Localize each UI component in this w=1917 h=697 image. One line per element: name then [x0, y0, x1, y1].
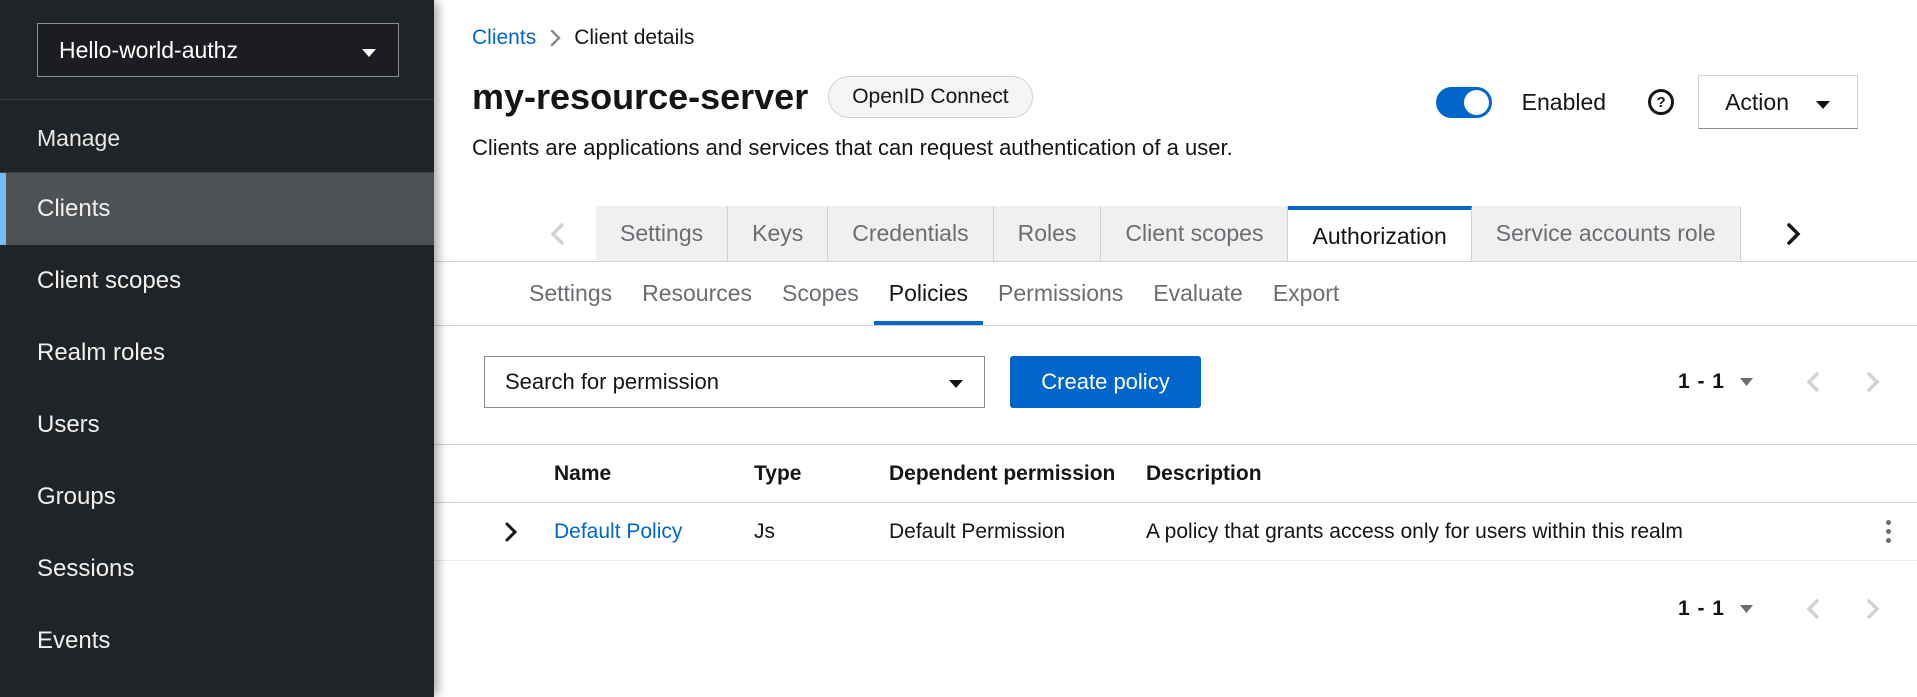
pagination-range: 1 - 1 — [1677, 597, 1725, 620]
column-header-type: Type — [754, 461, 802, 485]
page-description: Clients are applications and services th… — [472, 135, 1233, 160]
search-permission-select[interactable]: Search for permission — [484, 356, 985, 408]
authorization-subtabs: Settings Resources Scopes Policies Permi… — [434, 262, 1917, 326]
client-tabs: Settings Keys Credentials Roles Client s… — [434, 206, 1917, 262]
subtab-resources[interactable]: Resources — [627, 262, 767, 325]
sidebar-nav: Clients Client scopes Realm roles Users … — [0, 173, 434, 677]
breadcrumb-clients-link[interactable]: Clients — [472, 26, 536, 50]
breadcrumb: Clients Client details — [434, 0, 1917, 50]
subtab-policies[interactable]: Policies — [873, 262, 984, 325]
sidebar: Hello-world-authz Manage Clients Client … — [0, 0, 434, 697]
sidebar-item-groups[interactable]: Groups — [0, 461, 434, 533]
pagination-top: 1 - 1 — [1678, 370, 1880, 394]
tab-client-scopes[interactable]: Client scopes — [1101, 206, 1289, 261]
tab-strip: Settings Keys Credentials Roles Client s… — [596, 206, 1750, 261]
subtab-export[interactable]: Export — [1258, 262, 1354, 325]
pagination-range: 1 - 1 — [1677, 370, 1725, 393]
action-dropdown-button[interactable]: Action — [1698, 75, 1858, 129]
policies-toolbar: Search for permission Create policy 1 - … — [434, 356, 1917, 408]
row-expand-chevron-icon[interactable] — [504, 522, 517, 542]
column-header-name: Name — [554, 461, 612, 485]
tab-roles[interactable]: Roles — [993, 206, 1102, 261]
policy-description-cell: A policy that grants access only for use… — [1146, 519, 1683, 543]
pagination-options-caret-icon[interactable] — [1739, 377, 1754, 387]
enabled-label: Enabled — [1521, 88, 1607, 115]
search-permission-value: Search for permission — [505, 369, 719, 394]
tab-keys[interactable]: Keys — [728, 206, 829, 261]
header-controls: Enabled ? Action — [1435, 75, 1858, 129]
tabs-scroll-right-button[interactable] — [1770, 206, 1816, 261]
pagination-prev-button[interactable] — [1806, 598, 1820, 620]
tab-settings[interactable]: Settings — [596, 206, 729, 261]
realm-selector-value: Hello-world-authz — [59, 36, 238, 63]
sidebar-item-clients[interactable]: Clients — [0, 173, 434, 245]
caret-down-icon — [948, 369, 964, 395]
caret-down-icon — [361, 37, 377, 64]
tabs-scroll-left-button[interactable] — [534, 206, 580, 261]
pagination-options-caret-icon[interactable] — [1739, 604, 1754, 614]
create-policy-button[interactable]: Create policy — [1010, 356, 1201, 408]
policy-type-cell: Js — [754, 519, 775, 543]
column-header-dependent-permission: Dependent permission — [889, 461, 1116, 485]
column-header-description: Description — [1146, 461, 1262, 485]
sidebar-item-client-scopes[interactable]: Client scopes — [0, 245, 434, 317]
table-header-row: Name Type Dependent permission Descripti… — [434, 444, 1917, 503]
nav-section-title: Manage — [37, 125, 121, 151]
page-title: my-resource-server — [472, 76, 809, 117]
subtab-evaluate[interactable]: Evaluate — [1138, 262, 1258, 325]
toggle-knob-icon — [1463, 89, 1489, 115]
sidebar-item-sessions[interactable]: Sessions — [0, 533, 434, 605]
row-kebab-menu-icon[interactable] — [1882, 516, 1895, 547]
title-block: my-resource-server OpenID Connect Client… — [472, 75, 1233, 161]
sidebar-item-users[interactable]: Users — [0, 389, 434, 461]
realm-selector[interactable]: Hello-world-authz — [37, 23, 399, 77]
protocol-badge: OpenID Connect — [828, 76, 1033, 118]
subtab-permissions[interactable]: Permissions — [983, 262, 1138, 325]
breadcrumb-current: Client details — [574, 26, 695, 49]
pagination-next-button[interactable] — [1866, 598, 1880, 620]
main-content: Clients Client details my-resource-serve… — [434, 0, 1917, 697]
tab-credentials[interactable]: Credentials — [828, 206, 994, 261]
subtab-scopes[interactable]: Scopes — [767, 262, 874, 325]
policies-table: Name Type Dependent permission Descripti… — [434, 444, 1917, 561]
caret-down-icon — [1815, 89, 1831, 116]
sidebar-item-realm-roles[interactable]: Realm roles — [0, 317, 434, 389]
enabled-toggle[interactable] — [1435, 86, 1492, 118]
policy-dependent-cell: Default Permission — [889, 519, 1066, 543]
tab-service-accounts-roles[interactable]: Service accounts role — [1471, 206, 1741, 261]
tab-authorization[interactable]: Authorization — [1288, 206, 1472, 261]
pagination-prev-button[interactable] — [1806, 371, 1820, 393]
pagination-next-button[interactable] — [1866, 371, 1880, 393]
pagination-bottom-wrap: 1 - 1 — [434, 597, 1917, 621]
pagination-bottom: 1 - 1 — [1678, 597, 1880, 621]
subtab-settings[interactable]: Settings — [514, 262, 627, 325]
table-row: Default Policy Js Default Permission A p… — [434, 503, 1917, 561]
action-label: Action — [1725, 88, 1789, 115]
policy-name-link[interactable]: Default Policy — [554, 520, 682, 543]
sidebar-item-events[interactable]: Events — [0, 605, 434, 677]
page-header: my-resource-server OpenID Connect Client… — [434, 50, 1917, 161]
breadcrumb-separator-icon — [549, 29, 561, 47]
help-icon[interactable]: ? — [1648, 89, 1675, 115]
